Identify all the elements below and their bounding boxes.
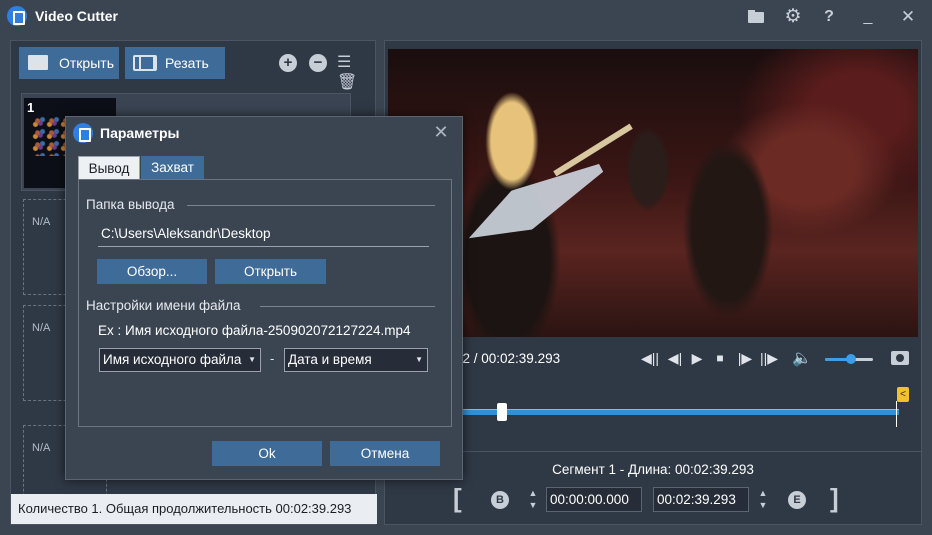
volume-slider[interactable] <box>825 354 873 364</box>
next-frame-icon[interactable]: |▶ <box>735 350 755 367</box>
output-path-field[interactable]: C:\Users\Aleksandr\Desktop <box>98 221 429 247</box>
parameters-dialog: Параметры ✕ Вывод Захват Папка вывода C:… <box>65 116 463 480</box>
dialog-title: Параметры <box>100 125 180 141</box>
app-logo-icon <box>7 6 27 26</box>
time-display: 72 / 00:02:39.293 <box>455 351 561 366</box>
start-time-field[interactable] <box>546 487 642 512</box>
filename-part-1-select[interactable]: Имя исходного файла ▼ <box>99 348 261 372</box>
player-panel: 72 / 00:02:39.293 ◀|| ◀| ▶ ■ |▶ ||▶ 🔈 < … <box>384 40 922 525</box>
cut-button[interactable]: Резать <box>125 47 225 79</box>
timeline-end-marker[interactable]: < <box>897 387 909 402</box>
browse-button[interactable]: Обзор... <box>97 259 207 284</box>
snapshot-icon[interactable] <box>891 351 909 365</box>
play-icon[interactable]: ▶ <box>687 350 707 367</box>
filename-settings-title: Настройки имени файла <box>86 298 241 313</box>
filename-part-2-select[interactable]: Дата и время ▼ <box>284 348 428 372</box>
cut-button-label: Резать <box>165 55 209 71</box>
end-time-spinner[interactable]: ▲ ▼ <box>757 487 769 511</box>
divider <box>385 451 921 452</box>
video-content <box>458 148 611 257</box>
open-button-label: Открыть <box>59 55 114 71</box>
timeline-end-line <box>896 401 897 427</box>
gear-icon[interactable]: ⚙ <box>782 6 804 28</box>
minimize-icon[interactable]: _ <box>857 6 879 28</box>
clip-number: 1 <box>27 100 35 115</box>
placeholder-label: N/A <box>32 216 51 228</box>
end-time-field[interactable] <box>653 487 749 512</box>
next-segment-icon[interactable]: ||▶ <box>759 350 779 367</box>
cancel-button[interactable]: Отмена <box>330 441 440 466</box>
clear-list-icon[interactable]: ☰🗑 <box>337 53 365 91</box>
open-folder-icon <box>28 55 48 70</box>
section-divider <box>260 306 435 307</box>
dialog-close-icon[interactable]: ✕ <box>430 121 452 143</box>
open-button[interactable]: Открыть <box>19 47 119 79</box>
begin-badge-icon[interactable]: B <box>491 491 509 509</box>
select-value: Имя исходного файла <box>103 352 242 367</box>
help-icon[interactable]: ? <box>818 6 840 28</box>
folder-icon[interactable] <box>745 6 767 28</box>
prev-frame-icon[interactable]: ◀| <box>665 350 685 367</box>
video-preview[interactable] <box>388 49 918 337</box>
segment-label: Сегмент 1 - Длина: 00:02:39.293 <box>552 462 754 477</box>
select-value: Дата и время <box>288 352 372 367</box>
remove-clip-icon[interactable]: − <box>309 54 327 72</box>
volume-icon[interactable]: 🔈 <box>792 348 812 368</box>
end-badge-icon[interactable]: E <box>788 491 806 509</box>
title-bar: Video Cutter ⚙ ? _ ✕ <box>0 0 932 34</box>
timeline-start-handle[interactable] <box>497 403 507 421</box>
close-window-icon[interactable]: ✕ <box>897 6 919 28</box>
dialog-logo-icon <box>73 123 93 143</box>
add-clip-icon[interactable]: + <box>279 54 297 72</box>
filename-separator: - <box>270 351 275 366</box>
status-bar: Количество 1. Общая продолжительность 00… <box>11 494 377 524</box>
start-time-spinner[interactable]: ▲ ▼ <box>527 487 539 511</box>
tab-output[interactable]: Вывод <box>78 156 140 180</box>
open-folder-button[interactable]: Открыть <box>215 259 326 284</box>
filename-example: Ex : Имя исходного файла-250902072127224… <box>98 323 411 338</box>
output-folder-title: Папка вывода <box>86 197 175 212</box>
film-icon <box>133 55 157 71</box>
ok-button[interactable]: Ok <box>212 441 322 466</box>
placeholder-label: N/A <box>32 442 51 454</box>
chevron-down-icon: ▼ <box>415 355 423 364</box>
volume-thumb[interactable] <box>846 354 857 364</box>
timeline-track[interactable] <box>455 409 899 415</box>
set-end-bracket-icon[interactable]: ] <box>830 483 839 514</box>
chevron-down-icon: ▼ <box>248 355 256 364</box>
stop-icon[interactable]: ■ <box>710 351 730 365</box>
app-title: Video Cutter <box>35 8 118 24</box>
section-divider <box>187 205 435 206</box>
prev-segment-icon[interactable]: ◀|| <box>640 350 660 367</box>
placeholder-label: N/A <box>32 322 51 334</box>
set-start-bracket-icon[interactable]: [ <box>453 483 462 514</box>
tab-capture[interactable]: Захват <box>141 156 204 180</box>
